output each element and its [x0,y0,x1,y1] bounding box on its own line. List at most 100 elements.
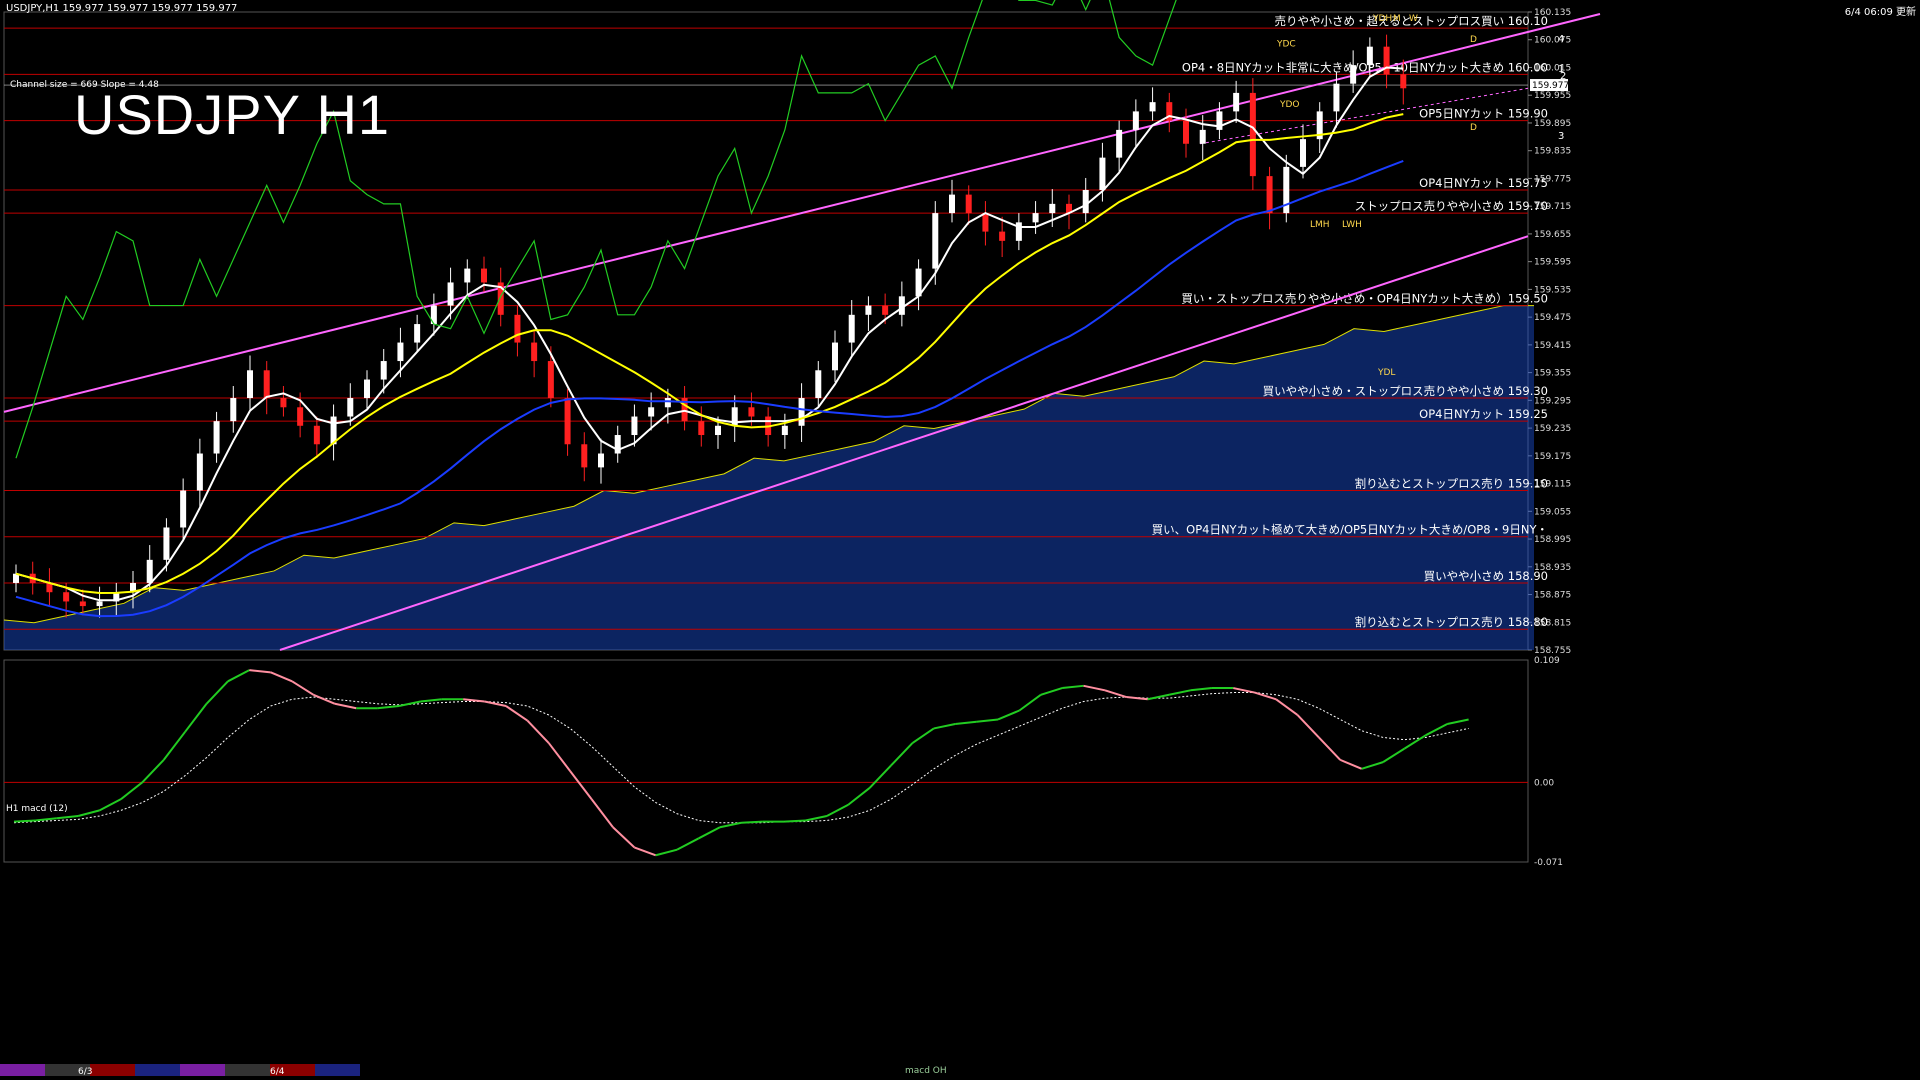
macd-signal-line [13,692,1469,824]
macd-segment [1339,758,1363,770]
y-tick-label: 159.055 [1534,507,1571,517]
candle-body [798,398,805,426]
macd-segment [291,680,315,696]
y-tick-label: 159.475 [1534,313,1571,323]
macd-segment [1083,684,1106,692]
macd-segment [526,719,550,744]
candle-body [1199,129,1206,144]
session-bar [225,1064,270,1076]
y-tick-label: 159.235 [1534,424,1571,434]
candle-body [982,213,989,232]
macd-segment [569,770,593,800]
y-tick-label: 159.835 [1534,147,1571,157]
macd-segment [676,837,699,851]
level-label: ストップロス売りやや小さめ 159.70 [1355,199,1548,213]
macd-segment [1190,687,1213,692]
macd-segment [162,731,186,761]
macd-segment [35,817,57,822]
macd-tick-label: 0.109 [1534,656,1560,666]
level-label: 割り込むとストップロス売り 158.80 [1355,615,1548,629]
y-tick-label: 158.875 [1534,591,1571,601]
candle-body [163,527,170,560]
candle-body [180,490,187,528]
candle-body [297,407,304,426]
macd-segment [249,669,271,674]
macd-segment [184,703,208,733]
macd-segment [77,809,100,817]
projection-label: 4 [1558,34,1564,45]
macd-segment [911,727,935,744]
candle-body [514,314,521,343]
candle-body [715,425,721,436]
indicator-tag[interactable]: macd OH [905,1066,947,1076]
macd-segment [1361,761,1384,770]
level-label: 買い・ストップロス売りやや小さめ・OP4日NYカット大きめ）159.50 [1181,292,1548,306]
y-tick-label: 159.595 [1534,258,1571,268]
candle-body [213,421,220,454]
candle-body [79,601,86,607]
box-label: D [1470,35,1477,45]
macd-segment [847,787,871,806]
session-bar [135,1064,180,1076]
macd-segment [1104,689,1127,698]
level-label: 割り込むとストップロス売り 159.10 [1355,477,1548,491]
box-label: LMH [1310,220,1330,230]
macd-segment [1040,687,1063,696]
level-label: OP4日NYカット 159.25 [1419,407,1548,421]
macd-panel-frame [3,659,1529,863]
candle-body [1266,176,1273,214]
candle-body [196,453,203,491]
box-label: M [1393,14,1401,24]
x-label: 6/4 [270,1067,285,1077]
candle-body [1183,120,1189,144]
level-label: 買いやや小さめ 158.90 [1424,569,1548,583]
box-label: YDO [1279,100,1300,110]
candle-body [815,370,822,399]
candle-body [347,398,354,417]
candle-body [1350,65,1357,84]
candle-body [364,379,370,399]
macd-segment [270,671,293,683]
update-timestamp: 6/4 06:09 更新 [1844,7,1916,18]
candle-body [280,398,287,408]
box-label: LWH [1342,220,1362,230]
macd-segment [1126,696,1148,701]
current-price-label: 159.977 [1532,81,1569,91]
candle-body [146,559,153,583]
candle-body [63,592,70,602]
candle-body [1383,46,1390,75]
macd-segment [784,819,806,823]
candle-body [1132,111,1139,130]
candle-body [96,601,103,607]
candle-body [481,268,487,283]
candle-body [313,425,320,445]
candle-body [932,213,939,269]
chikou-span-line [15,0,1177,459]
macd-segment [1425,723,1448,737]
level-label: OP5日NYカット 159.90 [1419,107,1548,121]
candle-body [380,361,387,380]
chart-canvas: 160.135160.075160.015159.955159.895159.8… [0,0,1601,1077]
macd-segment [1062,684,1084,690]
macd-segment [420,698,442,703]
macd-panel-title: H1 macd (12) [6,804,68,814]
macd-segment [590,798,614,828]
macd-segment [56,814,79,820]
candle-body [1149,102,1156,112]
candle-body [230,398,237,422]
level-label: OP4日NYカット 159.75 [1419,176,1548,190]
y-tick-label: 160.075 [1534,36,1571,46]
candle-body [949,194,955,214]
macd-tick-label: 0.00 [1534,778,1554,788]
candle-body [447,282,454,306]
candle-body [965,194,972,214]
macd-segment [868,764,892,789]
candle-body [631,416,638,436]
macd-segment [334,702,357,710]
candle-body [263,370,270,399]
macd-segment [634,846,657,857]
level-label: 買いやや小さめ・ストップロス売りやや小さめ 159.30 [1263,384,1548,398]
session-bar [0,1064,45,1076]
box-label: D [1470,123,1477,133]
macd-segment [1382,747,1405,763]
